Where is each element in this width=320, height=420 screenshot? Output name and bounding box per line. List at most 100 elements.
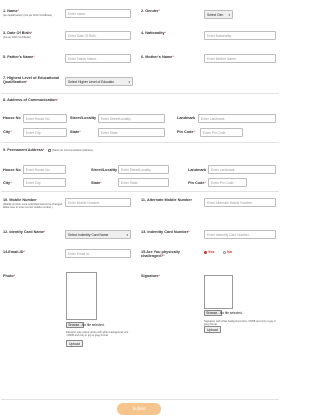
perm-state-input[interactable]: Enter State.: [118, 178, 169, 187]
id-number-label-text: 13. Indentity Card Number: [141, 230, 189, 234]
father-label: 5. Father's Name*: [3, 55, 35, 59]
gender-select-value: Select Gen: [207, 13, 224, 17]
required-mark: *: [43, 230, 46, 234]
qualification-select-value: Select Higher Level of Educatio: [68, 80, 115, 84]
perm-address-heading-text: 9. Permanent Address: [3, 148, 43, 152]
perm-state-label: State*: [91, 181, 102, 185]
signature-label: Signature*: [141, 274, 160, 278]
chevron-down-icon: ▾: [228, 13, 230, 17]
father-label-text: 5. Father's Name: [3, 55, 34, 59]
perm-house-input[interactable]: Enter House No.: [23, 165, 66, 174]
comm-state-label: State*: [70, 130, 81, 134]
comm-state-input[interactable]: Enter State.: [98, 128, 165, 137]
signature-preview: [204, 275, 233, 309]
comm-house-label: House No: [3, 116, 21, 120]
comm-street-label-text: Street/Locality: [70, 116, 97, 120]
comm-city-input[interactable]: Enter City.: [23, 128, 67, 137]
comm-house-label-text: House No: [3, 116, 21, 120]
qualification-label-line2: Qualification: [3, 80, 26, 85]
chevron-down-icon: ▾: [128, 80, 130, 84]
gender-select[interactable]: Select Gen ▾: [204, 10, 233, 19]
perm-pin-label-text: Pin Code: [188, 181, 205, 185]
challenged-label: 15.Are You physically challenged?*: [141, 250, 180, 259]
mother-name-input[interactable]: Enter Mother Name.: [204, 54, 276, 63]
perm-house-label-text: House No: [3, 168, 21, 172]
required-mark: *: [26, 80, 28, 85]
mobile-input[interactable]: Enter Mobile Number.: [65, 198, 131, 207]
perm-pin-input[interactable]: Enter Pin Code.: [208, 178, 247, 187]
photo-note: Passport size colour photo with white ba…: [66, 331, 129, 337]
comm-house-input[interactable]: Enter House No.: [23, 114, 67, 123]
photo-label-text: Photo: [3, 274, 14, 278]
required-mark: *: [17, 9, 20, 13]
name-note: (as capital letters) (As per HSC Certifi…: [3, 13, 53, 17]
id-type-select-value: Select Indentity Card Name: [68, 233, 109, 237]
required-mark: *: [13, 274, 16, 278]
name-label-text: 1. Name: [3, 9, 18, 13]
perm-street-input[interactable]: Enter Street/Locality.: [118, 165, 169, 174]
id-type-select[interactable]: Select Indentity Card Name ▾: [65, 230, 131, 239]
required-mark: *: [30, 31, 33, 35]
required-mark: *: [10, 130, 12, 134]
nationality-label: 4. Nationality*: [141, 31, 166, 35]
alt-mobile-input[interactable]: Enter Alternate Mobile Number.: [204, 198, 276, 207]
mobile-label-text: 10. Mobile Number: [3, 198, 37, 202]
challenged-yes-option[interactable]: Yes: [204, 250, 215, 254]
email-input[interactable]: Enter Email Id.: [65, 249, 131, 258]
perm-address-heading: 9. Permanent Address*: [3, 148, 44, 152]
comm-landmark-input[interactable]: Enter Landmark.: [198, 114, 276, 123]
signature-label-text: Signature: [141, 274, 159, 278]
nationality-input[interactable]: Enter Nationality.: [204, 31, 276, 40]
qualification-select[interactable]: Select Higher Level of Educatio ▾: [65, 77, 133, 86]
perm-street-label: Street/Locality: [91, 168, 117, 172]
perm-landmark-label: Landmark: [188, 168, 206, 172]
comm-street-label: Street/Locality: [70, 116, 96, 120]
comm-pin-label: Pin Code*: [177, 130, 195, 134]
divider: [1, 93, 279, 94]
comm-address-heading: 8. Address of Communication*: [3, 98, 58, 102]
radio-no[interactable]: [223, 250, 226, 254]
father-name-input[interactable]: Enter Father Name.: [65, 54, 131, 63]
comm-street-input[interactable]: Enter Street/Locality.: [98, 114, 165, 123]
submit-button[interactable]: Submit: [117, 403, 161, 415]
mother-label-text: 6. Mother's Name: [141, 55, 173, 59]
perm-city-input[interactable]: Enter City.: [23, 178, 66, 187]
perm-landmark-label-text: Landmark: [188, 168, 207, 172]
photo-file-status: No file selected.: [82, 323, 105, 327]
gender-label: 2. Gender*: [141, 9, 160, 13]
challenged-label-line2: challenged?: [141, 254, 164, 259]
required-mark: *: [33, 55, 35, 59]
perm-street-label-text: Street/Locality: [91, 168, 118, 172]
radio-yes-label: Yes: [208, 250, 215, 254]
required-mark: *: [10, 181, 12, 185]
comm-pin-label-text: Pin Code: [177, 130, 194, 134]
photo-upload-button[interactable]: Upload: [66, 340, 83, 347]
alt-mobile-label: 11. Alternate Mobile Number: [141, 198, 192, 202]
id-number-input[interactable]: Enter Indentity Card Number.: [204, 230, 276, 239]
dob-input[interactable]: Enter Date Of Birth.: [65, 31, 131, 40]
comm-pin-input[interactable]: Enter Pin Code.: [200, 128, 243, 137]
comm-landmark-label-text: Landmark: [177, 116, 196, 120]
required-mark: *: [172, 55, 174, 59]
name-input[interactable]: Enter name.: [65, 9, 131, 18]
photo-label: Photo*: [3, 274, 15, 278]
required-mark: *: [158, 9, 160, 13]
challenged-no-option[interactable]: No: [223, 250, 232, 254]
dob-label-text: 3. Date Of Birth: [3, 31, 31, 35]
signature-upload-button[interactable]: Upload: [204, 326, 221, 333]
required-mark: *: [79, 130, 81, 134]
same-address-checkbox[interactable]: [48, 148, 51, 152]
divider: [1, 142, 279, 143]
nationality-label-text: 4. Nationality: [141, 31, 165, 35]
required-mark: *: [56, 98, 59, 102]
same-address-checkbox-row[interactable]: (Same as Communication Address): [48, 148, 93, 152]
radio-yes[interactable]: [204, 250, 207, 254]
gender-label-text: 2. Gender: [141, 9, 159, 13]
perm-landmark-input[interactable]: Enter Landmark.: [208, 165, 276, 174]
required-mark: *: [193, 130, 195, 134]
email-label-text: 14.Email-ID: [3, 250, 24, 254]
required-mark: *: [163, 254, 165, 259]
radio-no-label: No: [227, 250, 233, 254]
required-mark: *: [23, 250, 25, 254]
dob-label: 3. Date Of Birth*: [3, 31, 32, 35]
